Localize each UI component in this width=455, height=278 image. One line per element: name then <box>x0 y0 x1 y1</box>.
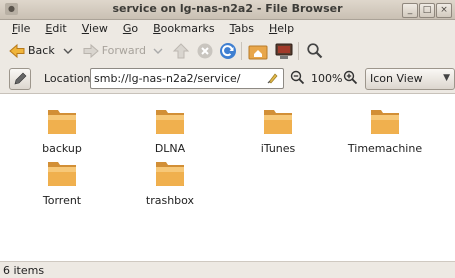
forward-arrow-icon <box>83 43 99 58</box>
menu-view-rest: iew <box>89 22 108 35</box>
menu-edit[interactable]: Edit <box>39 22 66 35</box>
menu-file-rest: ile <box>17 22 31 35</box>
menu-tabs-rest: abs <box>234 22 254 35</box>
home-folder-icon[interactable] <box>248 42 268 60</box>
menu-bookmarks-mnemonic: B <box>153 22 161 35</box>
back-history-chevron-icon[interactable] <box>62 45 74 57</box>
menu-view[interactable]: View <box>76 22 108 35</box>
folder-name: Timemachine <box>347 142 423 155</box>
menu-bar: File Edit View Go Bookmarks Tabs Help <box>0 20 455 37</box>
folder-name: iTunes <box>260 142 296 155</box>
toolbar: Back Forward <box>0 37 455 65</box>
dropdown-arrow-icon: ▼ <box>443 73 450 83</box>
location-bar: Location: smb://lg-nas-n2a2/service/ 100… <box>0 64 455 94</box>
view-mode-select[interactable]: Icon View ▼ <box>365 68 455 90</box>
title-bar: ● service on lg-nas-n2a2 - File Browser … <box>0 0 455 20</box>
back-button[interactable]: Back <box>8 40 55 62</box>
folder-name: DLNA <box>154 142 186 155</box>
zoom-in-icon[interactable] <box>343 70 358 85</box>
search-icon[interactable] <box>306 42 324 60</box>
minimize-button[interactable]: _ <box>402 3 418 18</box>
folder-name: Torrent <box>42 194 82 207</box>
zoom-level[interactable]: 100% <box>311 72 342 85</box>
menu-go[interactable]: Go <box>117 22 138 35</box>
item-count: 6 items <box>3 264 45 277</box>
folder-icon <box>264 110 292 134</box>
close-button[interactable]: × <box>436 3 452 18</box>
pencil-icon <box>14 72 27 85</box>
location-input-value: smb://lg-nas-n2a2/service/ <box>94 72 241 85</box>
forward-history-chevron-icon[interactable] <box>152 45 164 57</box>
menu-bookmarks-rest: ookmarks <box>160 22 215 35</box>
folder-item[interactable]: DLNA <box>130 106 210 155</box>
menu-file[interactable]: File <box>6 22 30 35</box>
folder-icon <box>48 162 76 186</box>
folder-icon <box>156 110 184 134</box>
menu-help-rest: elp <box>277 22 295 35</box>
menu-go-rest: o <box>131 22 139 35</box>
maximize-button[interactable]: □ <box>419 3 435 18</box>
clear-location-icon[interactable] <box>266 71 280 85</box>
stop-icon[interactable] <box>196 42 214 60</box>
folder-icon <box>156 162 184 186</box>
up-icon[interactable] <box>172 42 190 60</box>
toolbar-separator-2 <box>297 41 299 60</box>
folder-item[interactable]: backup <box>22 106 102 155</box>
folder-item[interactable]: iTunes <box>238 106 318 155</box>
toolbar-separator <box>240 41 242 60</box>
menu-edit-rest: dit <box>52 22 67 35</box>
location-label: Location: <box>44 72 95 85</box>
folder-icon <box>371 110 399 134</box>
status-bar: 6 items <box>0 261 455 278</box>
menu-help[interactable]: Help <box>263 22 294 35</box>
window-title: service on lg-nas-n2a2 - File Browser <box>112 2 343 15</box>
file-view[interactable]: backup DLNA iTunes Timemachine Torrent t… <box>0 94 455 261</box>
menu-help-mnemonic: H <box>268 22 278 35</box>
back-label: Back <box>28 44 55 57</box>
reload-icon[interactable] <box>219 42 237 60</box>
folder-name: trashbox <box>145 194 195 207</box>
location-input[interactable]: smb://lg-nas-n2a2/service/ <box>90 68 284 89</box>
forward-button[interactable]: Forward <box>82 40 146 62</box>
menu-tabs[interactable]: Tabs <box>224 22 254 35</box>
folder-item[interactable]: trashbox <box>130 158 210 207</box>
edit-location-button[interactable] <box>9 68 31 90</box>
folder-item[interactable]: Torrent <box>22 158 102 207</box>
view-mode-value: Icon View <box>370 72 423 85</box>
forward-label: Forward <box>101 44 146 57</box>
back-arrow-icon <box>9 43 25 58</box>
window-controls: _ □ × <box>402 3 452 18</box>
computer-icon[interactable] <box>274 42 294 60</box>
menu-view-mnemonic: V <box>81 22 90 35</box>
folder-name: backup <box>42 142 82 155</box>
folder-item[interactable]: Timemachine <box>345 106 425 155</box>
zoom-out-icon[interactable] <box>290 70 305 85</box>
folder-icon <box>48 110 76 134</box>
menu-bookmarks[interactable]: Bookmarks <box>147 22 214 35</box>
